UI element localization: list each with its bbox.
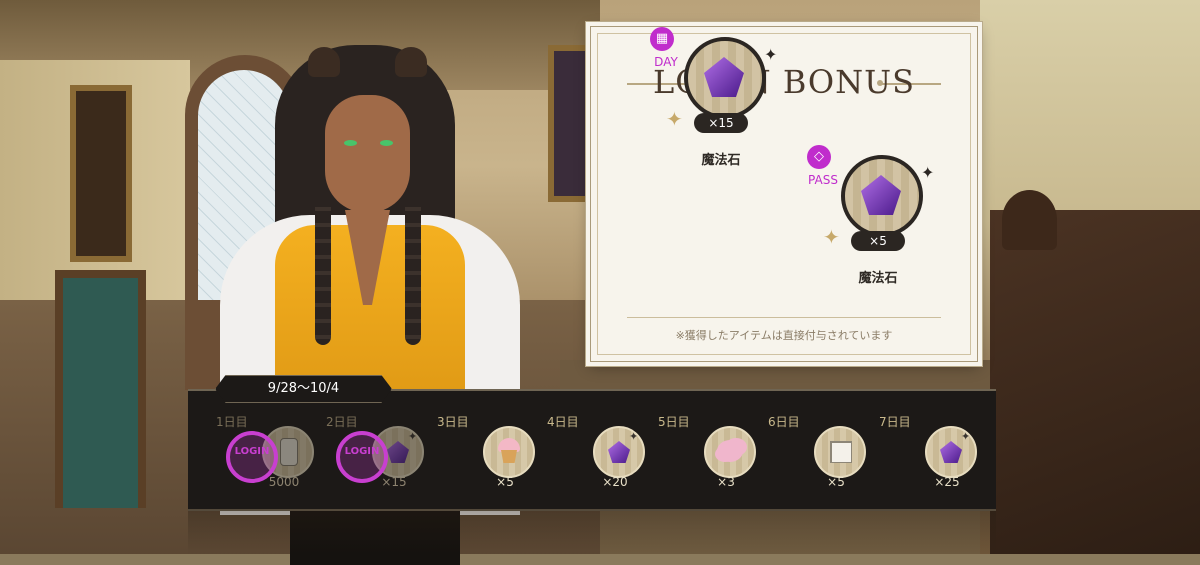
day-quantity: ×25 [934, 475, 960, 489]
wall-painting-left [70, 85, 132, 262]
day-slot-5: 5日目 ×3 [630, 391, 756, 509]
reward-orb [684, 37, 766, 119]
sparkle-icon: ✦ [666, 107, 683, 131]
character-face [325, 95, 410, 213]
diamond-icon: ◇ [807, 145, 831, 169]
mad-money-icon [280, 438, 298, 466]
reward-tag: DAY [654, 55, 678, 69]
calendar-icon: ▦ [650, 27, 674, 51]
day-label: 3日目 [437, 415, 469, 429]
magic-stone-icon [940, 441, 962, 463]
reward-name: 魔法石 [701, 153, 741, 168]
day-slot-7: 7日目 ✦ ×25 [851, 391, 977, 509]
day-label: 6日目 [768, 415, 800, 429]
magic-stone-icon [861, 175, 901, 215]
day-label: 2日目 [326, 415, 358, 429]
reward-quantity: ×15 [694, 113, 748, 133]
newel-post [1002, 190, 1057, 250]
reward-tag: PASS [808, 173, 838, 187]
strip-shadow [188, 509, 996, 554]
panel-divider [627, 317, 941, 318]
reward-quantity: ×5 [851, 231, 905, 251]
panel-note: ※獲得したアイテムは直接付与されています [675, 329, 893, 342]
cupcake-icon [498, 438, 520, 464]
day-orb: ✦ [925, 426, 977, 478]
login-bonus-panel: LOGIN BONUS ▦ DAY ✦ ✦ ×15 魔法石 ◇ PASS ✦ ✦… [590, 26, 978, 362]
date-range-tab: 9/28〜10/4 [215, 375, 392, 403]
reward-orb [841, 155, 923, 237]
magic-stone-icon [608, 441, 630, 463]
weekly-bonus-strip: 1日目 LOGIN 5000 2日目 ✦ LOGIN ×15 3日目 ×5 4日… [188, 389, 996, 511]
day-label: 5日目 [658, 415, 690, 429]
sparkle-icon: ✦ [764, 45, 778, 64]
day-slot-4: 4日目 ✦ ×20 [519, 391, 645, 509]
day-label: 1日目 [216, 415, 248, 429]
reward-name: 魔法石 [858, 271, 898, 286]
green-chair [55, 270, 146, 508]
lion-ear-left [308, 47, 340, 77]
character-eye-right [380, 140, 393, 146]
day-slot-2: 2日目 ✦ LOGIN ×15 [298, 391, 424, 509]
day-slot-3: 3日目 ×5 [409, 391, 535, 509]
lion-ear-right [395, 47, 427, 77]
day-slot-1: 1日目 LOGIN 5000 [188, 391, 314, 509]
reward-pass: ◇ PASS ✦ ✦ ×5 魔法石 [803, 145, 963, 295]
day-slot-6: 6日目 ×5 [740, 391, 866, 509]
sparkle-icon: ✦ [921, 163, 935, 182]
sugar-cube-icon [830, 441, 852, 463]
day-label: 7日目 [879, 415, 911, 429]
day-label: 4日目 [547, 415, 579, 429]
sparkle-icon: ✦ [961, 430, 971, 443]
magic-stone-icon [704, 57, 744, 97]
staircase-banister [990, 210, 1200, 554]
character-eye-left [344, 140, 357, 146]
reward-day: ▦ DAY ✦ ✦ ×15 魔法石 [646, 27, 777, 168]
character-braid-left [315, 195, 331, 345]
sparkle-icon: ✦ [823, 225, 840, 249]
character-braid-right [405, 195, 421, 345]
magic-stone-icon [387, 441, 409, 463]
